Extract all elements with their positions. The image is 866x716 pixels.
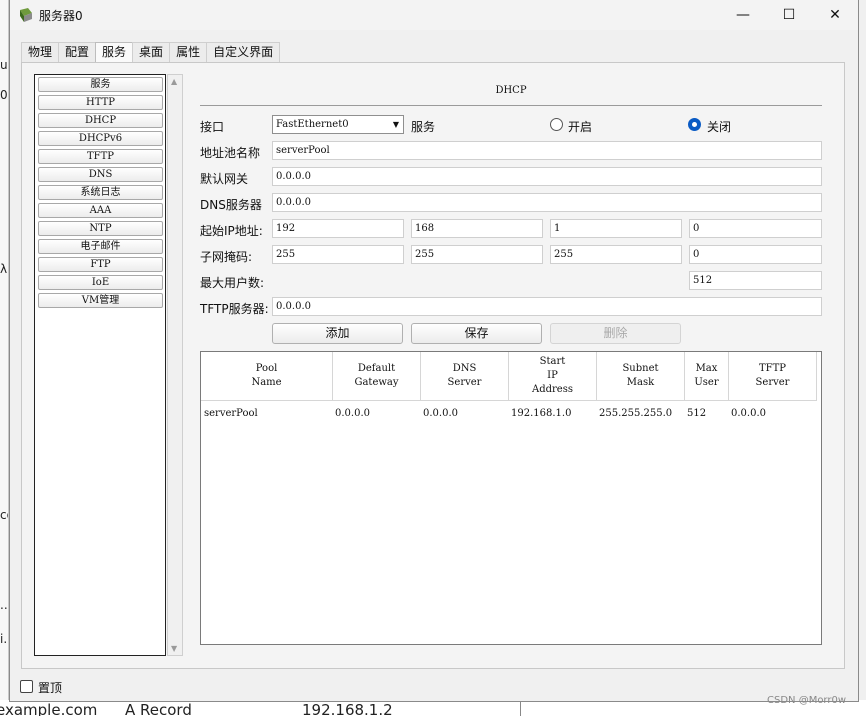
- tab-physical[interactable]: 物理: [21, 42, 60, 62]
- dns-server-input[interactable]: 0.0.0.0: [272, 193, 822, 212]
- background-text: ..: [0, 598, 8, 612]
- tab-bar: 物理 配置 服务 桌面 属性 自定义界面: [21, 42, 281, 63]
- background-text: 192.168.1.2: [302, 701, 393, 716]
- pool-table: Pool Name Default Gateway DNS Server Sta…: [200, 351, 822, 645]
- cell-tftp-server: 0.0.0.0: [731, 408, 766, 419]
- background-text: A Record: [125, 701, 192, 716]
- scroll-up-icon[interactable]: ▲: [171, 77, 177, 86]
- service-list-scrollbar[interactable]: ▲ ▼: [167, 74, 183, 656]
- server-window: 服务器0 — ☐ ✕ 物理 配置 服务 桌面 属性 自定义界面 服务 HTTP …: [9, 0, 859, 702]
- interface-select-value: FastEthernet0: [276, 119, 349, 130]
- cell-pool-name: serverPool: [204, 408, 258, 419]
- interface-select[interactable]: FastEthernet0 ▼: [272, 115, 404, 134]
- column-header-start-ip[interactable]: Start IP Address: [509, 352, 597, 401]
- service-item-dns[interactable]: DNS: [38, 167, 163, 182]
- service-item-vm-management[interactable]: VM管理: [38, 293, 163, 308]
- column-header-pool-name[interactable]: Pool Name: [201, 352, 333, 401]
- subnet-mask-octet-4[interactable]: 0: [689, 245, 822, 264]
- service-on-radio[interactable]: [550, 118, 563, 131]
- column-header-max-user[interactable]: Max User: [685, 352, 729, 401]
- column-header-tftp-server[interactable]: TFTP Server: [729, 352, 817, 401]
- always-on-top-checkbox[interactable]: [20, 680, 33, 693]
- tab-services[interactable]: 服务: [95, 42, 134, 63]
- background-text: 0: [0, 88, 8, 102]
- always-on-top-label: 置顶: [38, 681, 63, 695]
- background-text: λ: [0, 262, 8, 276]
- cell-subnet-mask: 255.255.255.0: [599, 408, 673, 419]
- start-ip-octet-1[interactable]: 192: [272, 219, 404, 238]
- watermark: CSDN @Morr0w: [767, 695, 847, 706]
- cell-dns-server: 0.0.0.0: [423, 408, 458, 419]
- service-item-syslog[interactable]: 系统日志: [38, 185, 163, 200]
- service-item-aaa[interactable]: AAA: [38, 203, 163, 218]
- subnet-mask-label: 子网掩码:: [200, 250, 253, 264]
- service-item-dhcp[interactable]: DHCP: [38, 113, 163, 128]
- save-button[interactable]: 保存: [411, 323, 542, 344]
- tftp-server-input[interactable]: 0.0.0.0: [272, 297, 822, 316]
- service-item-header[interactable]: 服务: [38, 77, 163, 92]
- interface-label: 接口: [200, 120, 225, 134]
- start-ip-octet-2[interactable]: 168: [411, 219, 543, 238]
- gateway-label: 默认网关: [200, 172, 249, 186]
- add-button[interactable]: 添加: [272, 323, 403, 344]
- window-title: 服务器0: [39, 9, 83, 23]
- background-text: i.: [0, 632, 8, 646]
- service-item-tftp[interactable]: TFTP: [38, 149, 163, 164]
- background-dns-table: example.com A Record 192.168.1.2: [0, 700, 866, 716]
- tab-custom-interface[interactable]: 自定义界面: [206, 42, 281, 62]
- service-item-ntp[interactable]: NTP: [38, 221, 163, 236]
- background-text: ul: [0, 58, 8, 72]
- close-button[interactable]: ✕: [812, 2, 858, 28]
- tab-attributes[interactable]: 属性: [169, 42, 208, 62]
- cell-default-gateway: 0.0.0.0: [335, 408, 370, 419]
- service-on-label: 开启: [568, 120, 593, 134]
- service-list: 服务 HTTP DHCP DHCPv6 TFTP DNS 系统日志 AAA NT…: [34, 74, 166, 656]
- service-off-label: 关闭: [707, 120, 732, 134]
- section-title: DHCP: [495, 85, 527, 96]
- max-users-label: 最大用户数:: [200, 276, 265, 290]
- service-item-email[interactable]: 电子邮件: [38, 239, 163, 254]
- cell-max-user: 512: [687, 408, 707, 419]
- background-text: example.com: [0, 701, 98, 716]
- chevron-down-icon: ▼: [392, 120, 399, 129]
- background-divider: [520, 700, 521, 716]
- column-header-subnet-mask[interactable]: Subnet Mask: [597, 352, 685, 401]
- service-item-ioe[interactable]: IoE: [38, 275, 163, 290]
- start-ip-label: 起始IP地址:: [200, 224, 263, 238]
- service-item-http[interactable]: HTTP: [38, 95, 163, 110]
- title-bar[interactable]: 服务器0 — ☐ ✕: [10, 0, 858, 30]
- column-header-dns-server[interactable]: DNS Server: [421, 352, 509, 401]
- background-text: co: [0, 508, 8, 522]
- cell-start-ip: 192.168.1.0: [511, 408, 572, 419]
- start-ip-octet-4[interactable]: 0: [689, 219, 822, 238]
- dns-server-label: DNS服务器: [200, 198, 262, 212]
- service-label: 服务: [411, 120, 436, 134]
- services-panel: 服务 HTTP DHCP DHCPv6 TFTP DNS 系统日志 AAA NT…: [21, 62, 845, 669]
- tab-desktop[interactable]: 桌面: [132, 42, 171, 62]
- service-item-ftp[interactable]: FTP: [38, 257, 163, 272]
- gateway-input[interactable]: 0.0.0.0: [272, 167, 822, 186]
- service-item-dhcpv6[interactable]: DHCPv6: [38, 131, 163, 146]
- background-window-strip: ul 0 λ co .. i.: [0, 0, 9, 716]
- delete-button: 删除: [550, 323, 681, 344]
- maximize-button[interactable]: ☐: [766, 2, 812, 28]
- service-off-radio[interactable]: [688, 118, 701, 131]
- column-header-default-gateway[interactable]: Default Gateway: [333, 352, 421, 401]
- pool-name-input[interactable]: serverPool: [272, 141, 822, 160]
- subnet-mask-octet-1[interactable]: 255: [272, 245, 404, 264]
- subnet-mask-octet-2[interactable]: 255: [411, 245, 543, 264]
- tftp-server-label: TFTP服务器:: [200, 302, 269, 316]
- max-users-input[interactable]: 512: [689, 271, 822, 290]
- tab-config[interactable]: 配置: [58, 42, 97, 62]
- subnet-mask-octet-3[interactable]: 255: [550, 245, 682, 264]
- server-app-icon: [20, 8, 32, 22]
- section-divider: [200, 105, 822, 106]
- pool-name-label: 地址池名称: [200, 146, 261, 160]
- scroll-down-icon[interactable]: ▼: [171, 644, 177, 653]
- minimize-button[interactable]: —: [720, 2, 766, 28]
- start-ip-octet-3[interactable]: 1: [550, 219, 682, 238]
